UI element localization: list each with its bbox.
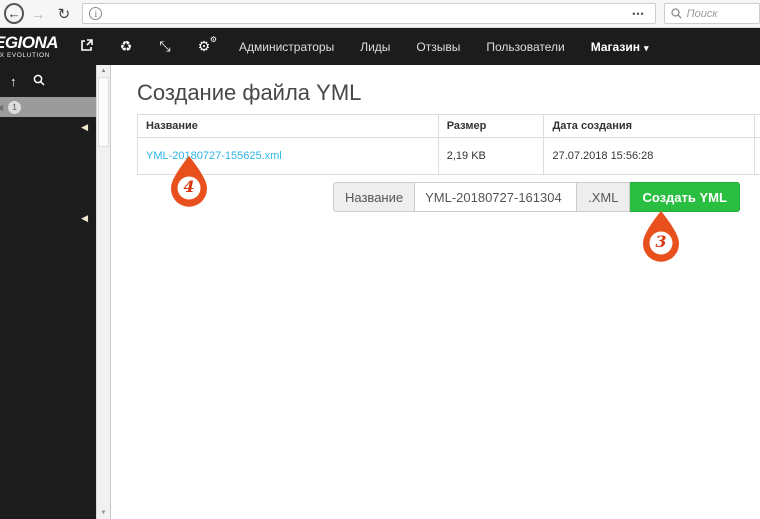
address-bar[interactable]: i ••• [82, 3, 656, 24]
file-date-cell: 27.07.2018 15:56:28 [543, 137, 755, 175]
browser-search-box[interactable]: Поиск [663, 3, 760, 24]
collapse-tree-button[interactable]: ↑ [10, 74, 17, 89]
refresh-icon: ↻ [57, 5, 71, 23]
col-header-name: Название [137, 114, 439, 138]
gear-small-icon: ⚙ [209, 35, 217, 44]
file-size-cell: 2,19 KB [437, 137, 545, 175]
browser-back-button[interactable]: ← [4, 3, 25, 24]
back-icon: ← [7, 6, 21, 21]
settings-button[interactable]: ⚙ ⚙ [195, 35, 217, 55]
scrollbar-thumb[interactable] [98, 77, 109, 147]
site-logo[interactable]: EGIONA OX EVOLUTION [0, 34, 66, 60]
tree-scrollbar[interactable]: ▲ ▼ [96, 65, 111, 519]
col-header-manage: Уп [753, 114, 760, 138]
marker-number: 4 [183, 177, 195, 196]
browser-forward-button[interactable]: → [27, 3, 48, 25]
col-header-size: Размер [437, 114, 545, 138]
tree-collapse-icon[interactable]: ◀ [81, 213, 88, 224]
search-placeholder: Поиск [686, 7, 718, 20]
yml-file-link[interactable]: YML-20180727-155625.xml [146, 150, 282, 162]
navbar-icon-group: ♻ ⤡ ⚙ ⚙ [78, 35, 217, 55]
main-content: Создание файла YML Название Размер Дата … [111, 65, 760, 519]
gear-icon: ⚙ [197, 38, 211, 54]
app-window: ← → ↻ i ••• Поиск EGIONA OX EVOLUTION ♻ … [0, 0, 760, 519]
tree-search-button[interactable] [33, 74, 45, 89]
create-yml-button[interactable]: Создать YML [630, 182, 740, 212]
recycle-icon: ♻ [119, 38, 133, 54]
annotation-marker-3: 3 [641, 210, 681, 262]
name-addon-label: Название [333, 182, 416, 212]
chevron-down-icon: ▾ [643, 42, 649, 53]
page-actions-button[interactable]: ••• [628, 7, 648, 21]
forward-icon: → [30, 5, 45, 22]
navbar-menu: Администраторы Лиды Отзывы Пользователи … [239, 40, 648, 54]
plugin-button[interactable]: ⤡ [156, 38, 174, 55]
site-info-icon[interactable]: i [89, 7, 103, 20]
scroll-up-icon[interactable]: ▲ [97, 68, 110, 74]
refresh-site-button[interactable]: ♻ [117, 38, 135, 55]
col-header-created: Дата создания [543, 114, 755, 138]
page-title: Создание файла YML [137, 80, 362, 105]
admin-navbar: EGIONA OX EVOLUTION ♻ ⤡ ⚙ ⚙ Администрато… [0, 28, 760, 65]
logo-text: EGIONA [0, 33, 59, 52]
menu-item-shop[interactable]: Магазин ▾ [591, 40, 649, 54]
scroll-down-icon[interactable]: ▼ [97, 510, 110, 516]
up-arrow-icon: ↑ [10, 74, 17, 89]
yml-files-table: Название Размер Дата создания Уп YML-201… [137, 114, 760, 175]
search-icon [33, 74, 45, 86]
create-yml-form: Название .XML Создать YML [333, 182, 740, 212]
external-link-icon [81, 39, 93, 51]
resource-tree-sidebar: ↑ ◀ 1 ◀ ◀ [0, 65, 96, 519]
plugin-icon: ⤡ [159, 38, 171, 54]
browser-refresh-button[interactable]: ↻ [53, 3, 74, 25]
table-row: YML-20180727-155625.xml 2,19 KB 27.07.20… [137, 137, 760, 175]
tree-collapse-icon[interactable]: ◀ [81, 122, 88, 133]
annotation-marker-4: 4 [169, 155, 209, 207]
tree-root-node[interactable]: ◀ 1 [0, 97, 96, 117]
menu-item-users[interactable]: Пользователи [486, 40, 564, 54]
node-count-badge: 1 [8, 100, 22, 114]
yml-name-input[interactable] [415, 182, 578, 212]
search-icon [670, 8, 682, 19]
xml-extension-addon: .XML [577, 182, 631, 212]
menu-item-leads[interactable]: Лиды [360, 40, 390, 54]
preview-site-button[interactable] [78, 38, 96, 55]
menu-item-reviews[interactable]: Отзывы [416, 40, 460, 54]
node-arrow-icon: ◀ [0, 102, 4, 112]
logo-subtext: OX EVOLUTION [0, 51, 50, 59]
table-header-row: Название Размер Дата создания Уп [137, 114, 760, 138]
marker-number: 3 [655, 232, 667, 251]
browser-toolbar: ← → ↻ i ••• Поиск [0, 0, 760, 28]
tree-toolbar: ↑ [0, 65, 96, 97]
menu-item-administrators[interactable]: Администраторы [239, 40, 334, 54]
